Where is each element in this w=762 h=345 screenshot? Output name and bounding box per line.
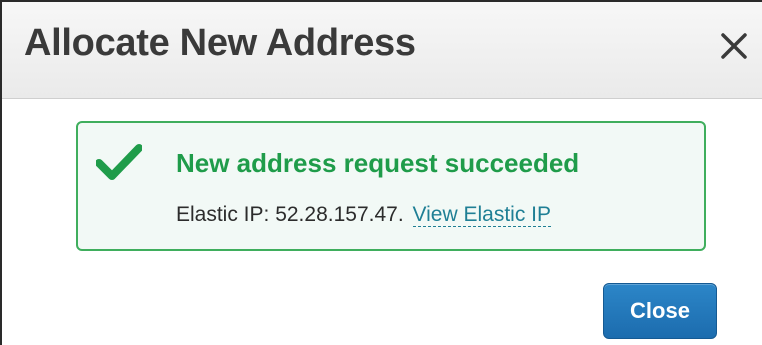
success-alert: New address request succeeded Elastic IP…: [76, 121, 706, 251]
elastic-ip-text: Elastic IP: 52.28.157.47.: [176, 203, 404, 226]
alert-detail: Elastic IP: 52.28.157.47. View Elastic I…: [176, 203, 551, 227]
checkmark-icon: [95, 143, 143, 181]
close-button[interactable]: Close: [603, 283, 717, 339]
allocate-address-dialog: Allocate New Address New address request…: [0, 0, 762, 345]
dialog-title: Allocate New Address: [24, 22, 416, 64]
view-elastic-ip-link[interactable]: View Elastic IP: [412, 203, 551, 227]
close-icon[interactable]: [714, 26, 754, 66]
alert-title: New address request succeeded: [176, 148, 580, 178]
dialog-header: Allocate New Address: [2, 2, 762, 99]
